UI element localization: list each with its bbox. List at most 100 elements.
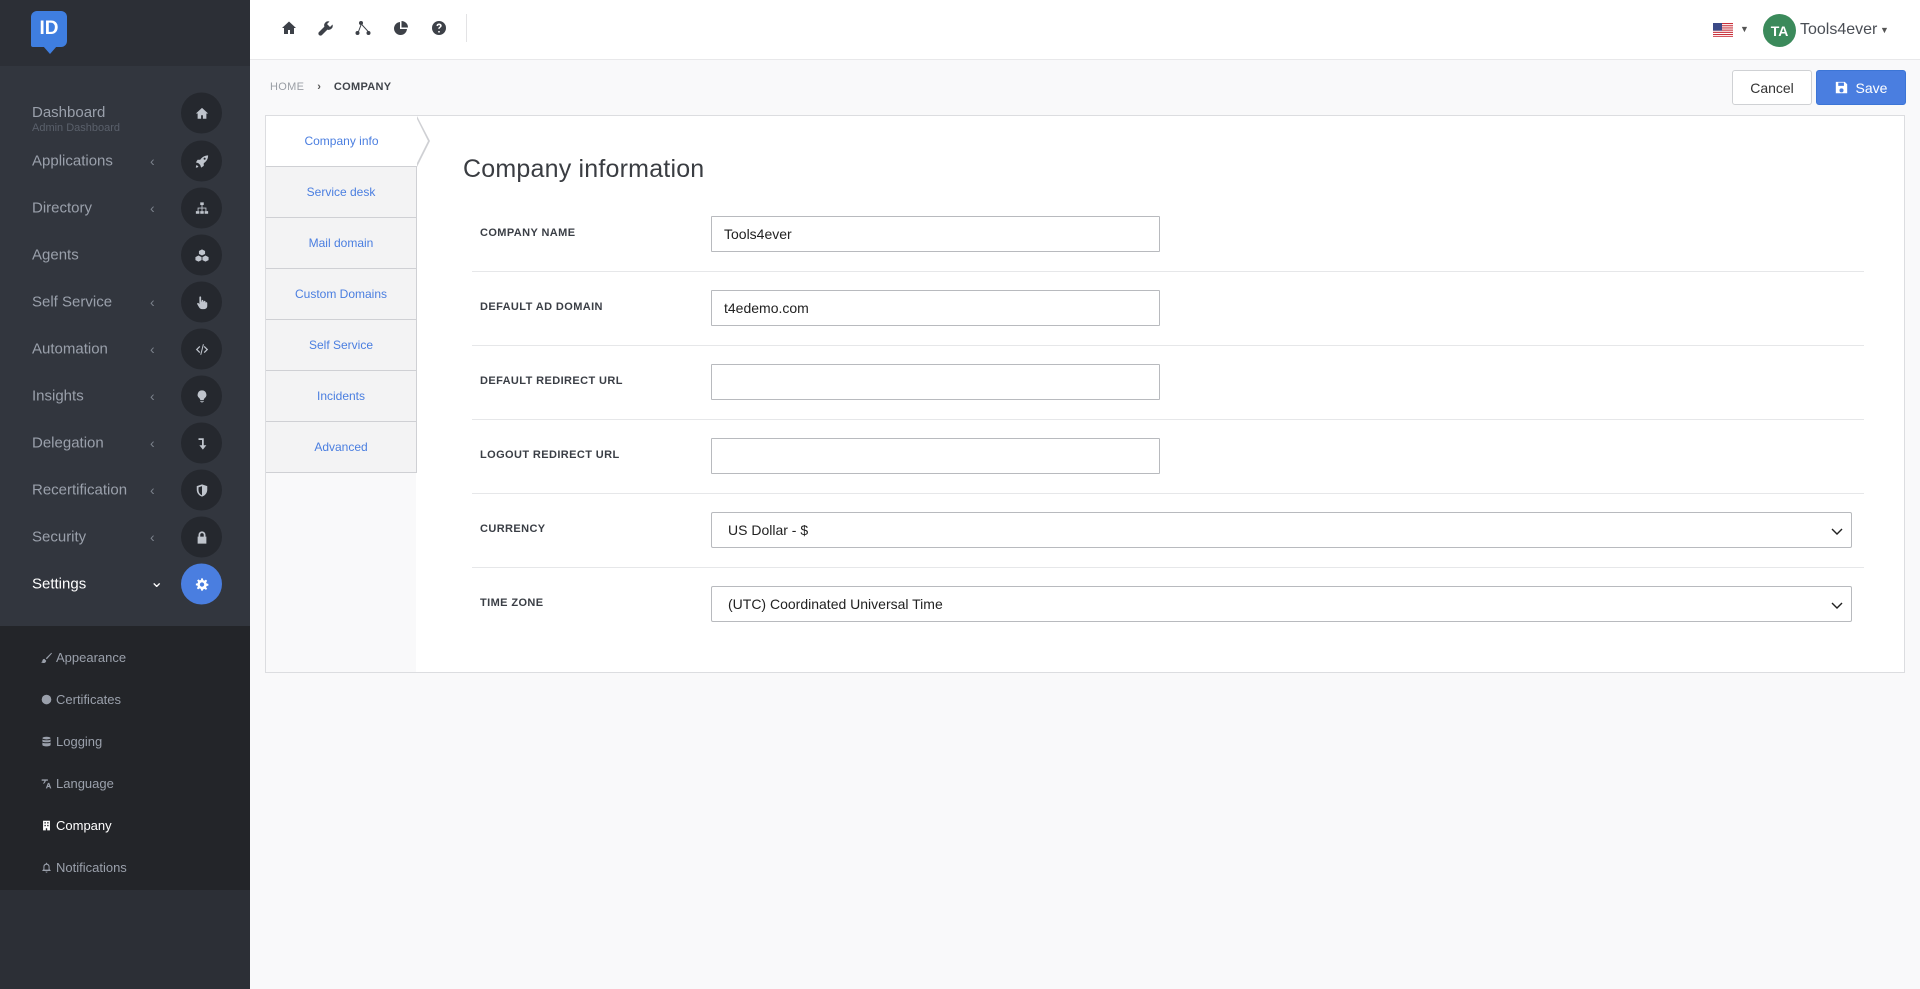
tab-label: Custom Domains [294,287,388,301]
submenu-item-appearance[interactable]: Appearance [40,647,126,667]
tab-self-service[interactable]: Self Service [266,320,417,371]
sidebar-item-label: Recertification [32,481,128,499]
breadcrumb: HOME › COMPANY [270,81,391,93]
save-button[interactable]: Save [1816,70,1906,105]
tab-label: Incidents [316,389,366,403]
settings-submenu: Appearance Certificates Logging Language… [0,626,250,890]
question-circle-icon[interactable] [431,20,447,36]
wrench-icon[interactable] [318,20,334,36]
sidebar-item-insights[interactable]: Insights ‹ [0,374,250,418]
save-icon [1835,81,1847,94]
page-title: Company information [463,155,705,183]
tab-label: Mail domain [308,236,374,250]
default-ad-domain-label: DEFAULT AD DOMAIN [480,301,603,313]
form-row-company-name: COMPANY NAME [472,198,1864,272]
company-name-input[interactable] [711,216,1160,252]
sidebar-item-label: Self Service [32,293,113,311]
default-redirect-url-input[interactable] [711,364,1160,400]
submenu-item-label: Language [56,775,114,791]
time-zone-select[interactable]: (UTC) Coordinated Universal Time [711,586,1852,622]
sidebar-item-directory[interactable]: Directory ‹ [0,186,250,230]
tab-label: Advanced [314,440,368,454]
sidebar: ID Dashboard Admin Dashboard Application… [0,0,250,989]
time-zone-selected-value: (UTC) Coordinated Universal Time [728,596,943,612]
default-redirect-url-label: DEFAULT REDIRECT URL [480,375,623,387]
language-caret-icon[interactable]: ▼ [1740,24,1749,34]
sidebar-item-delegation[interactable]: Delegation ‹ [0,421,250,465]
chevron-left-icon: ‹ [150,294,155,310]
chevron-left-icon: ‹ [150,341,155,357]
chevron-left-icon: ‹ [150,482,155,498]
currency-label: CURRENCY [480,523,546,535]
home-icon [181,92,222,134]
form-row-time-zone: TIME ZONE (UTC) Coordinated Universal Ti… [472,568,1864,642]
circle-icon [40,693,52,705]
lightbulb-icon [181,375,222,417]
tab-label: Service desk [306,185,376,199]
pie-chart-icon[interactable] [393,20,409,36]
rocket-icon [181,140,222,182]
shield-icon [181,469,222,511]
level-down-icon [181,422,222,464]
language-icon [40,777,52,789]
user-menu-name[interactable]: Tools4ever [1800,21,1877,39]
sidebar-item-recertification[interactable]: Recertification ‹ [0,468,250,512]
building-icon [40,819,52,831]
share-nodes-icon[interactable] [355,20,371,36]
main-menu: Dashboard Admin Dashboard Applications ‹… [0,66,250,626]
submenu-item-label: Certificates [56,691,122,707]
breadcrumb-home[interactable]: HOME [270,81,304,93]
topbar-divider [466,14,467,42]
submenu-item-logging[interactable]: Logging [40,731,102,751]
chevron-down-icon: ⌄ [150,574,164,591]
chevron-left-icon: ‹ [150,388,155,404]
tab-custom-domains[interactable]: Custom Domains [266,269,417,320]
submenu-item-notifications[interactable]: Notifications [40,857,127,877]
tab-label: Self Service [308,338,374,352]
sidebar-item-self-service[interactable]: Self Service ‹ [0,280,250,324]
submenu-item-label: Logging [56,733,103,749]
tab-list: Company info Service desk Mail domain Cu… [266,116,430,672]
form-row-default-ad-domain: DEFAULT AD DOMAIN [472,272,1864,346]
app-logo[interactable]: ID [31,11,67,54]
code-icon [181,328,222,370]
sidebar-item-applications[interactable]: Applications ‹ [0,139,250,183]
sidebar-item-automation[interactable]: Automation ‹ [0,327,250,371]
submenu-item-certificates[interactable]: Certificates [40,689,121,709]
sidebar-item-sublabel: Admin Dashboard [32,122,121,134]
submenu-item-language[interactable]: Language [40,773,114,793]
tab-label: Company info [304,134,379,148]
sidebar-item-dashboard[interactable]: Dashboard Admin Dashboard [0,88,250,138]
default-ad-domain-input[interactable] [711,290,1160,326]
sidebar-item-settings[interactable]: Settings ⌄ [0,562,250,606]
chevron-left-icon: ‹ [150,529,155,545]
sidebar-item-security[interactable]: Security ‹ [0,515,250,559]
cancel-button[interactable]: Cancel [1732,70,1812,105]
sidebar-item-label: Insights [32,387,84,405]
sidebar-item-label: Security [32,528,87,546]
submenu-item-label: Notifications [56,859,127,875]
chevron-left-icon: ‹ [150,153,155,169]
us-flag-icon[interactable] [1713,23,1733,37]
logout-redirect-url-input[interactable] [711,438,1160,474]
submenu-item-company[interactable]: Company [40,815,112,835]
tab-incidents[interactable]: Incidents [266,371,417,422]
submenu-item-label: Company [56,817,112,833]
tab-advanced[interactable]: Advanced [266,422,417,473]
save-button-label: Save [1855,79,1888,96]
tab-company-info[interactable]: Company info [266,116,430,167]
company-name-label: COMPANY NAME [480,227,576,239]
sidebar-item-label: Applications [32,152,113,170]
avatar[interactable]: TA [1763,14,1796,47]
company-panel: Company info Service desk Mail domain Cu… [265,115,1905,673]
tab-mail-domain[interactable]: Mail domain [266,218,417,269]
sidebar-item-agents[interactable]: Agents [0,233,250,277]
user-menu-caret-icon[interactable]: ▼ [1880,25,1889,35]
sidebar-item-label: Delegation [32,434,104,452]
currency-select[interactable]: US Dollar - $ [711,512,1852,548]
sidebar-item-label: Automation [32,340,108,358]
logout-redirect-url-label: LOGOUT REDIRECT URL [480,449,620,461]
cubes-icon [181,234,222,276]
tab-service-desk[interactable]: Service desk [266,167,417,218]
home-icon[interactable] [281,20,297,36]
